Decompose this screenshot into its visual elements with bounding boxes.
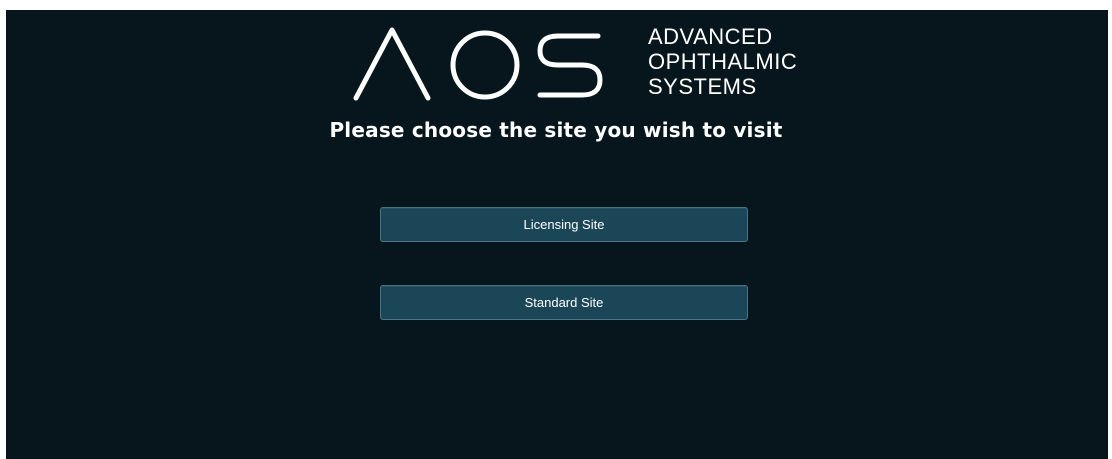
page-heading: Please choose the site you wish to visit (329, 118, 783, 142)
standard-site-button[interactable]: Standard Site (380, 285, 748, 320)
logo-line-3: SYSTEMS (648, 74, 757, 99)
logo-line-1: ADVANCED (648, 24, 773, 49)
aos-logo: ADVANCED OPHTHALMIC SYSTEMS (352, 20, 822, 110)
logo-line-2: OPHTHALMIC (648, 49, 798, 74)
licensing-site-button[interactable]: Licensing Site (380, 207, 748, 242)
aos-logo-mark (353, 27, 603, 101)
logo-wordmark: ADVANCED OPHTHALMIC SYSTEMS (648, 24, 797, 99)
